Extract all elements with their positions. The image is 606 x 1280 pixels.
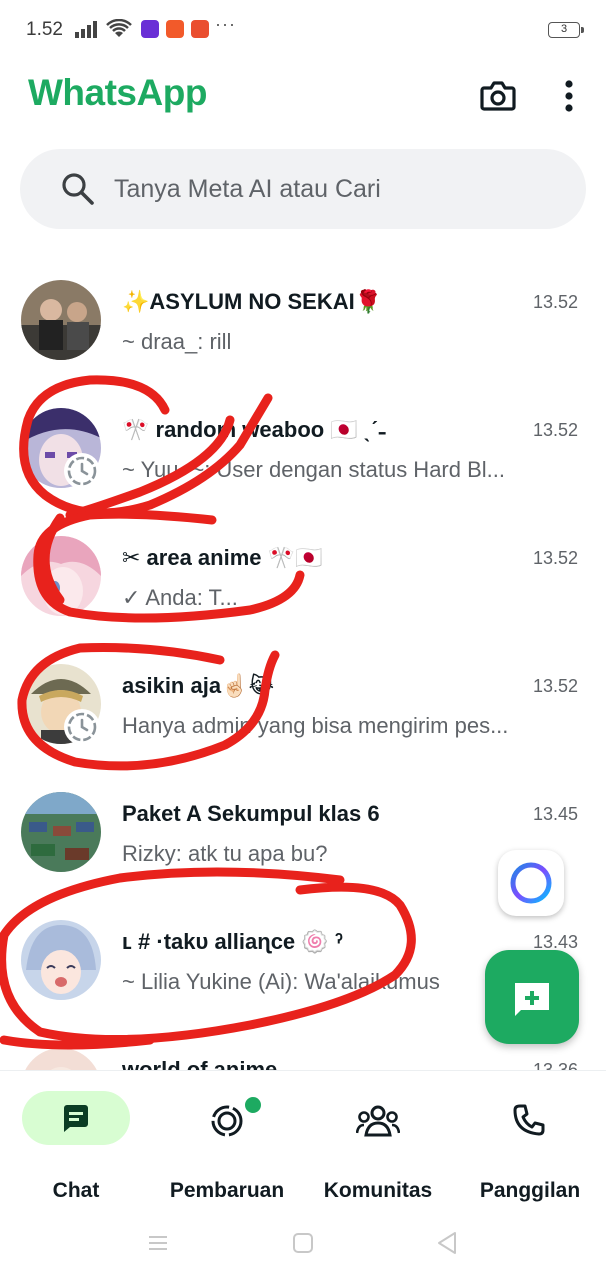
chat-name: asikin aja☝🏻😹 <box>122 673 275 698</box>
chat-name: world of anime <box>122 1057 278 1070</box>
chat-time: 13.45 <box>532 804 578 824</box>
bottom-nav: Chat Pembaruan Komunitas Panggilan <box>0 1070 606 1210</box>
meta-ai-button[interactable] <box>498 850 564 916</box>
chat-preview: ~ draa_: rill <box>122 329 232 354</box>
nav-label: Chat <box>52 1179 100 1202</box>
chat-name: 🎌 random weaboo 🇯🇵 ˎˊ˗ <box>122 417 386 442</box>
group-avatar <box>21 1048 101 1070</box>
chat-row-random-weaboo[interactable]: 🎌 random weaboo 🇯🇵 ˎˊ˗ 13.52 ~ Yuu~~: Us… <box>0 386 606 514</box>
new-chat-button[interactable] <box>485 950 579 1044</box>
unread-dot <box>243 1095 263 1115</box>
wifi-icon <box>106 19 132 37</box>
shopee-notification-icon <box>191 20 209 38</box>
nav-calls[interactable]: Panggilan <box>454 1091 606 1202</box>
home-icon[interactable] <box>292 1232 314 1254</box>
system-navigation-bar <box>0 1210 606 1280</box>
back-icon[interactable] <box>436 1231 458 1255</box>
status-time: 1.52 <box>26 19 63 40</box>
chat-name: ✨ASYLUM NO SEKAI🌹 <box>122 289 383 314</box>
calls-icon <box>513 1104 545 1136</box>
search-icon <box>62 173 94 205</box>
status-ring-icon <box>64 453 100 489</box>
search-bar[interactable] <box>20 149 586 229</box>
notification-app-icon <box>166 20 184 38</box>
app-title: WhatsApp <box>28 72 207 113</box>
chat-row-asikin-aja[interactable]: asikin aja☝🏻😹 13.52 Hanya admin yang bis… <box>0 642 606 770</box>
chat-preview: ✓ Anda: T... <box>122 585 238 610</box>
nav-label: Panggilan <box>479 1179 581 1202</box>
nav-chat[interactable]: Chat <box>0 1091 152 1202</box>
recent-apps-icon[interactable] <box>147 1232 169 1254</box>
chat-time: 13.52 <box>532 676 578 696</box>
nav-label: Komunitas <box>323 1179 433 1202</box>
chat-time: 13.52 <box>532 548 578 568</box>
chat-list: ✨ASYLUM NO SEKAI🌹 13.52 ~ draa_: rill 🎌 … <box>0 258 606 1070</box>
chat-time: 13.36 <box>532 1060 578 1070</box>
group-avatar <box>21 920 101 1000</box>
chat-time: 13.52 <box>532 292 578 312</box>
signal-icon <box>75 21 97 38</box>
battery-icon: 3 <box>548 22 584 38</box>
meta-ai-icon <box>510 862 552 904</box>
status-bar: 1.52 ··· 3 <box>0 0 606 60</box>
updates-icon <box>211 1105 243 1137</box>
camera-icon <box>480 81 516 111</box>
chat-name: Paket A Sekumpul klas 6 <box>122 801 380 826</box>
nav-label: Pembaruan <box>169 1179 285 1202</box>
chat-row-asylum-no-sekai[interactable]: ✨ASYLUM NO SEKAI🌹 13.52 ~ draa_: rill <box>0 258 606 386</box>
chat-name: ✂ area anime 🎌🇯🇵 <box>122 545 323 570</box>
camera-button[interactable] <box>478 76 518 116</box>
group-avatar <box>21 280 101 360</box>
notification-app-icon <box>141 20 159 38</box>
chat-name: ʟ # ·tаkυ alliaɳce 🍥 ˀ <box>122 929 344 954</box>
group-avatar <box>21 536 101 616</box>
more-vert-icon <box>565 80 573 112</box>
chat-time: 13.52 <box>532 420 578 440</box>
chat-preview: Hanya admin yang bisa mengirim pes... <box>122 713 509 738</box>
chat-icon <box>64 1105 88 1132</box>
search-input[interactable] <box>114 169 554 209</box>
communities-icon <box>356 1105 400 1137</box>
more-notifications-icon: ··· <box>215 14 236 34</box>
group-avatar <box>21 792 101 872</box>
more-options-button[interactable] <box>556 76 582 116</box>
status-ring-icon <box>64 709 100 745</box>
nav-updates[interactable]: Pembaruan <box>152 1091 302 1202</box>
nav-communities[interactable]: Komunitas <box>302 1091 454 1202</box>
new-chat-icon <box>515 983 549 1016</box>
chat-row-area-anime[interactable]: ✂ area anime 🎌🇯🇵 13.52 ✓ Anda: T... <box>0 514 606 642</box>
chat-preview: ~ Yuu~~: User dengan status Hard Bl... <box>122 457 506 482</box>
